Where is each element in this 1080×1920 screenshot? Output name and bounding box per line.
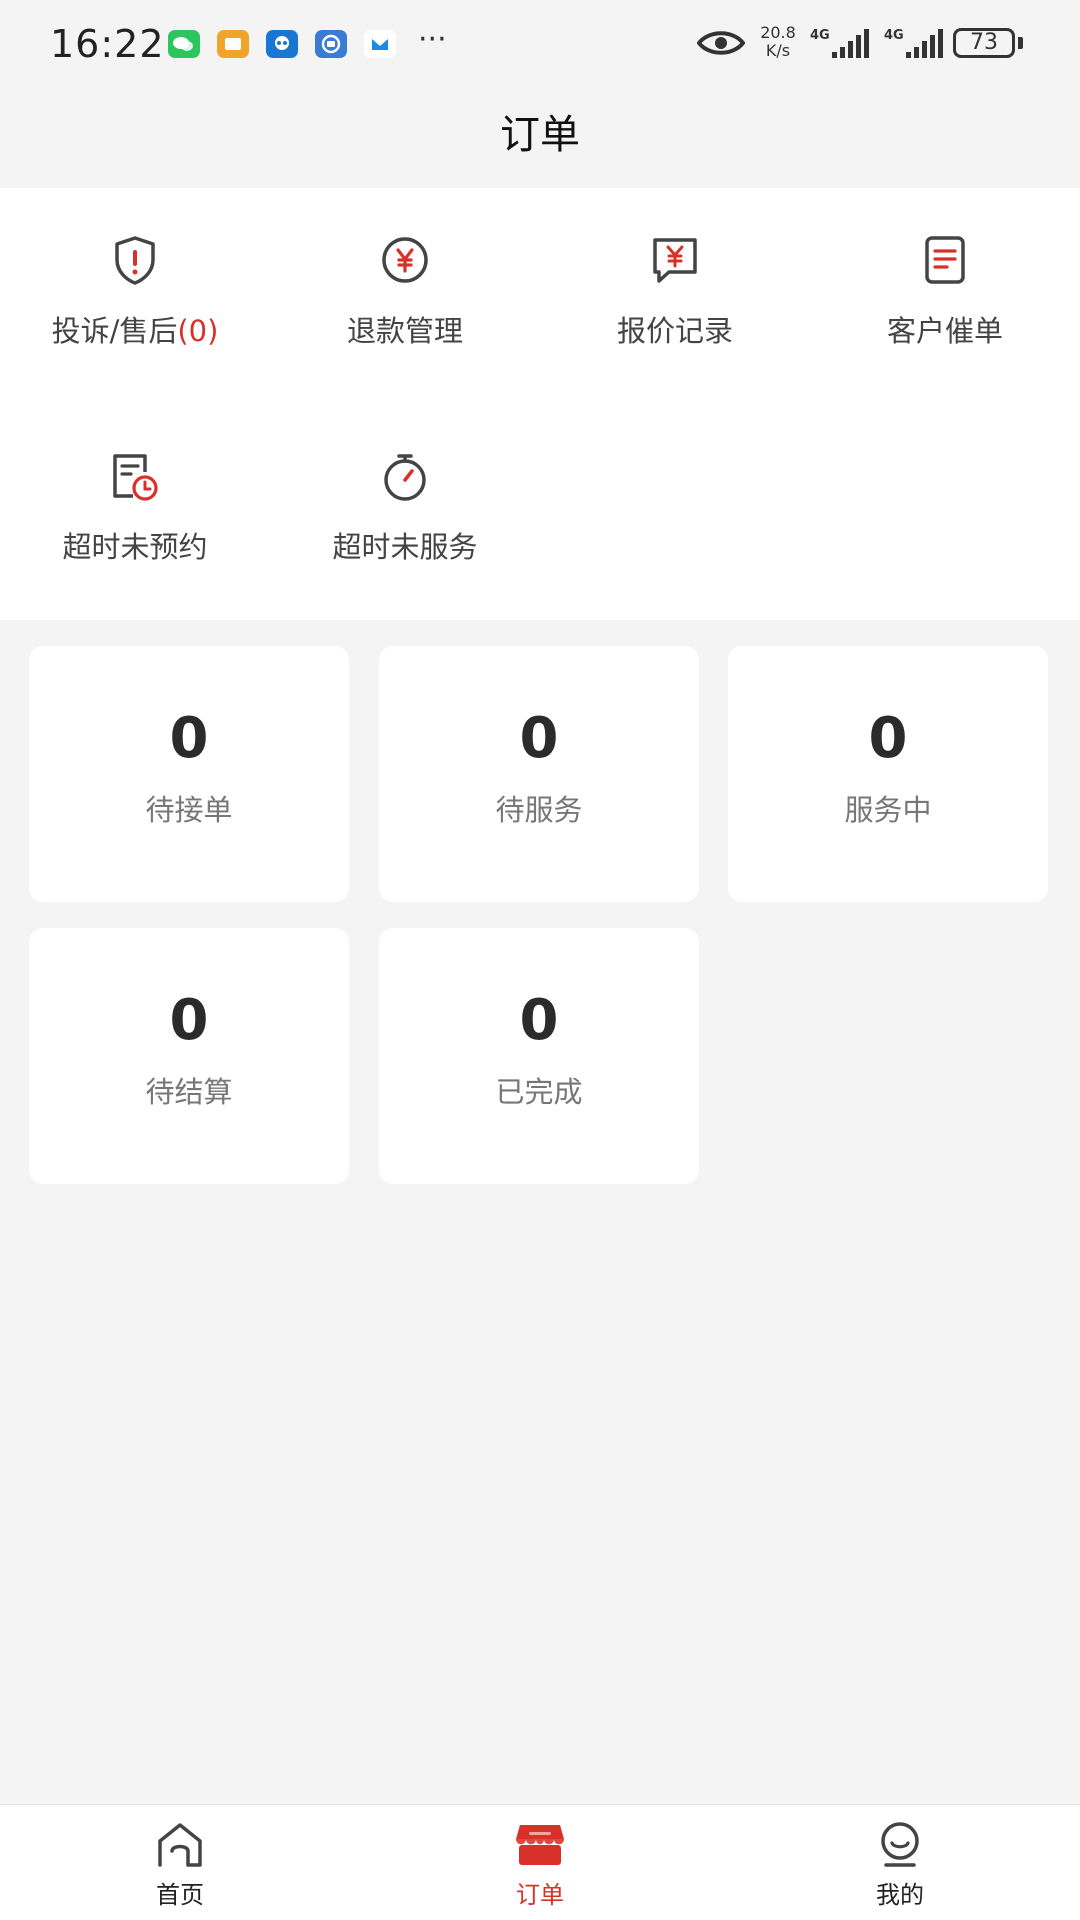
tab-label: 首页 (156, 1881, 204, 1909)
document-clock-icon (113, 454, 158, 501)
stat-label: 待服务 (495, 793, 583, 827)
stat-card-completed[interactable]: 0 已完成 (379, 928, 699, 1184)
shield-alert-icon (115, 236, 155, 285)
quick-menu: 投诉/售后(0) 退款管理 报价记录 客户催单 超时未预约 超时未服务 (0, 188, 1080, 620)
network-speed: 20.8 K/s (756, 24, 800, 60)
network-type-1: 4G (810, 28, 830, 43)
bottom-tab-bar: 首页 订单 我的 (0, 1804, 1080, 1920)
stat-label: 待结算 (145, 1075, 233, 1109)
quick-item-label: 超时未服务 (332, 530, 478, 564)
tab-orders[interactable]: 订单 (460, 1819, 620, 1910)
battery-icon: 73 (953, 28, 1015, 58)
page-title: 订单 (500, 112, 580, 158)
quick-item-overdue-service[interactable]: 超时未服务 (270, 446, 540, 566)
stat-value: 0 (169, 988, 209, 1053)
stat-card-pending-settlement[interactable]: 0 待结算 (29, 928, 349, 1184)
stat-value: 0 (519, 988, 559, 1053)
quick-item-complaint[interactable]: 投诉/售后(0) (0, 230, 270, 350)
document-icon (925, 236, 965, 284)
battery-cap (1018, 37, 1023, 49)
quick-item-refund[interactable]: 退款管理 (270, 230, 540, 350)
mail-icon (364, 30, 396, 58)
complaint-count: (0) (177, 314, 219, 348)
wallet-icon (217, 30, 249, 58)
complaint-label: 投诉/售后 (51, 314, 178, 348)
tab-label: 我的 (876, 1881, 924, 1909)
stat-label: 已完成 (495, 1075, 583, 1109)
quick-item-label: 报价记录 (616, 314, 733, 348)
network-speed-unit: K/s (765, 41, 791, 60)
network-type-2: 4G (884, 28, 904, 43)
profile-icon (881, 1822, 919, 1867)
tab-mine[interactable]: 我的 (820, 1819, 980, 1910)
stat-label: 服务中 (844, 793, 932, 827)
signal-icon: 4G (810, 26, 874, 64)
stat-card-pending-service[interactable]: 0 待服务 (379, 646, 699, 902)
bot-icon (266, 30, 298, 58)
eye-icon (696, 28, 746, 62)
app-icon (315, 30, 347, 58)
page-header: 订单 (0, 90, 1080, 188)
tab-label: 订单 (516, 1881, 564, 1909)
quick-item-label: 投诉/售后(0) (0, 308, 270, 350)
quick-item-label: 超时未预约 (62, 530, 208, 564)
quick-item-customer-reminder[interactable]: 客户催单 (810, 230, 1080, 350)
yuan-circle-icon (382, 237, 428, 283)
quick-item-quote-records[interactable]: 报价记录 (540, 230, 810, 350)
quick-item-label: 退款管理 (346, 314, 463, 348)
stat-value: 0 (519, 706, 559, 771)
quick-item-overdue-appointment[interactable]: 超时未预约 (0, 446, 270, 566)
more-notifications-icon: ··· (418, 22, 447, 57)
status-time: 16:22 (50, 22, 165, 66)
stat-card-in-service[interactable]: 0 服务中 (728, 646, 1048, 902)
network-speed-value: 20.8 (760, 23, 796, 42)
stat-card-pending-accept[interactable]: 0 待接单 (29, 646, 349, 902)
store-icon (516, 1825, 564, 1865)
yuan-message-icon (653, 238, 697, 283)
stat-label: 待接单 (145, 793, 233, 827)
signal-icon-2: 4G (884, 26, 948, 64)
quick-item-label: 客户催单 (886, 314, 1003, 348)
tab-home[interactable]: 首页 (100, 1819, 260, 1910)
stat-value: 0 (868, 706, 908, 771)
wechat-icon (168, 30, 200, 58)
order-page: 16:22 ··· 20.8 K/s 4G 4G 73 订单 投诉/售后(0) … (0, 0, 1080, 1920)
stopwatch-icon (384, 454, 426, 501)
status-bar: 16:22 ··· 20.8 K/s 4G 4G 73 (0, 0, 1080, 90)
stat-value: 0 (169, 706, 209, 771)
home-icon (158, 1823, 202, 1867)
